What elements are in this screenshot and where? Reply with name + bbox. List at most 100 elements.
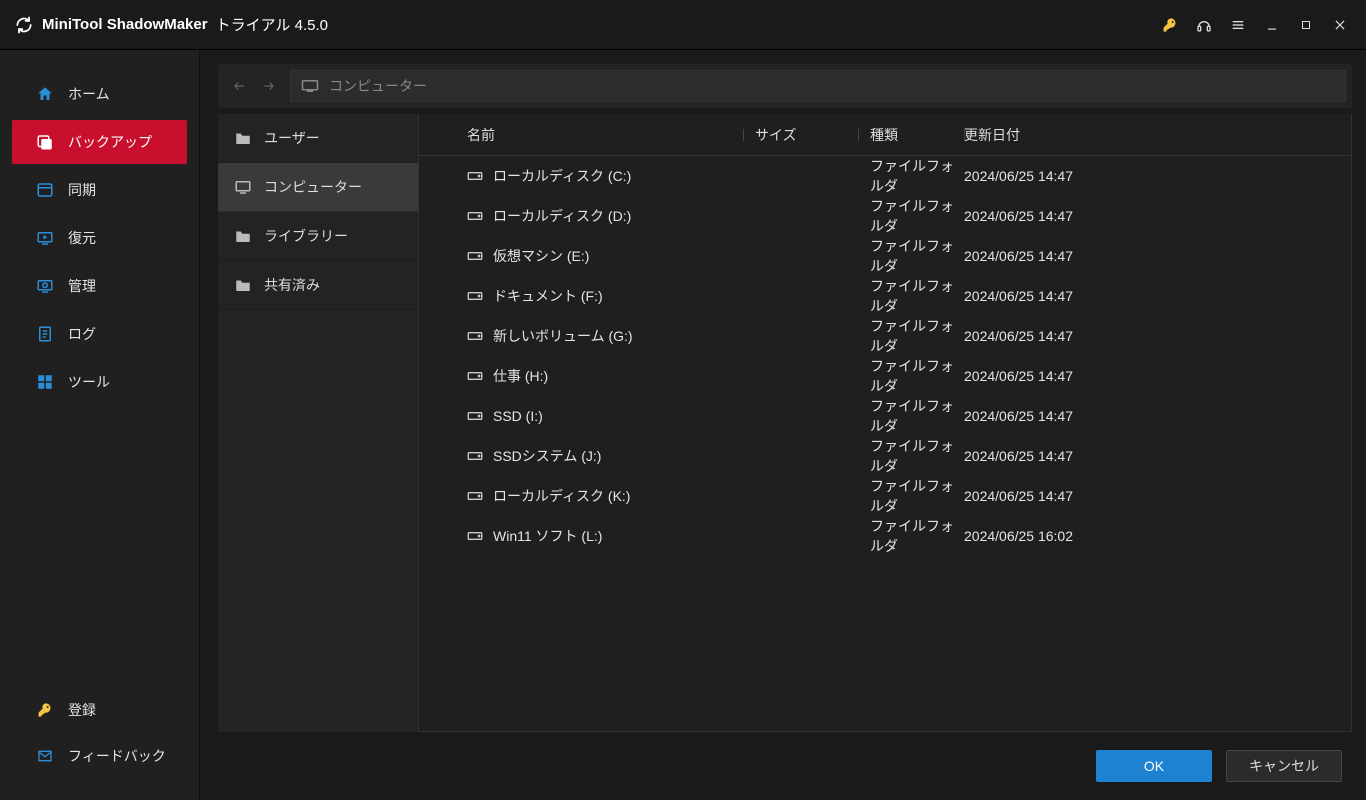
computer-icon (234, 179, 252, 195)
sidebar-item-home[interactable]: ホーム (12, 72, 187, 116)
help-button[interactable] (1188, 9, 1220, 41)
file-date: 2024/06/25 16:02 (964, 528, 1114, 544)
tree-item-2[interactable]: ライブラリー (218, 212, 418, 261)
file-date: 2024/06/25 14:47 (964, 248, 1114, 264)
key-icon (36, 701, 54, 719)
file-type: ファイルフォルダ (858, 236, 964, 276)
tree-item-3[interactable]: 共有済み (218, 261, 418, 310)
folder-icon (234, 277, 252, 293)
file-type: ファイルフォルダ (858, 156, 964, 196)
app-trial-version: トライアル 4.5.0 (216, 14, 328, 35)
backup-icon (36, 133, 54, 151)
file-name: Win11 ソフト (L:) (493, 526, 602, 546)
drive-icon (467, 170, 483, 182)
file-type: ファイルフォルダ (858, 436, 964, 476)
sidebar-item-tools[interactable]: ツール (12, 360, 187, 404)
file-row[interactable]: ローカルディスク (C:) ファイルフォルダ2024/06/25 14:47 (419, 156, 1351, 196)
drive-icon (467, 370, 483, 382)
sidebar-item-label: バックアップ (68, 132, 152, 152)
file-date: 2024/06/25 14:47 (964, 488, 1114, 504)
sidebar-item-restore[interactable]: 復元 (12, 216, 187, 260)
activate-key-button[interactable] (1154, 9, 1186, 41)
file-name: ドキュメント (F:) (493, 286, 603, 306)
titlebar-controls (1154, 9, 1356, 41)
file-row[interactable]: ローカルディスク (K:) ファイルフォルダ2024/06/25 14:47 (419, 476, 1351, 516)
dialog-footer: OK キャンセル (218, 732, 1352, 800)
close-button[interactable] (1324, 9, 1356, 41)
file-date: 2024/06/25 14:47 (964, 448, 1114, 464)
file-row[interactable]: 仕事 (H:)ファイルフォルダ2024/06/25 14:47 (419, 356, 1351, 396)
sidebar-item-label: ツール (68, 372, 110, 392)
tree-pane: ユーザーコンピューターライブラリー共有済み (218, 114, 418, 732)
file-row[interactable]: SSD (I:)ファイルフォルダ2024/06/25 14:47 (419, 396, 1351, 436)
file-name: SSDシステム (J:) (493, 446, 601, 466)
ok-button[interactable]: OK (1096, 750, 1212, 782)
file-type: ファイルフォルダ (858, 516, 964, 556)
nav-forward-button[interactable] (254, 71, 284, 101)
drive-icon (467, 450, 483, 462)
path-label: コンピューター (329, 76, 427, 96)
sidebar-bottom-mail[interactable]: フィードバック (12, 734, 187, 778)
file-date: 2024/06/25 14:47 (964, 408, 1114, 424)
file-row[interactable]: Win11 ソフト (L:) ファイルフォルダ2024/06/25 16:02 (419, 516, 1351, 556)
file-type: ファイルフォルダ (858, 316, 964, 356)
file-type: ファイルフォルダ (858, 276, 964, 316)
sidebar-item-label: フィードバック (68, 746, 166, 766)
sidebar-bottom-key[interactable]: 登録 (12, 688, 187, 732)
file-name: ローカルディスク (K:) (493, 486, 630, 506)
file-row[interactable]: 新しいボリューム (G:)ファイルフォルダ2024/06/25 14:47 (419, 316, 1351, 356)
file-type: ファイルフォルダ (858, 356, 964, 396)
file-date: 2024/06/25 14:47 (964, 288, 1114, 304)
folder-user-icon (234, 130, 252, 146)
main-area: ホームバックアップ同期復元管理ログツール 登録フィードバック コンピューター ユ… (0, 50, 1366, 800)
app-name: MiniTool ShadowMaker (42, 16, 208, 33)
file-date: 2024/06/25 14:47 (964, 168, 1114, 184)
file-row[interactable]: ローカルディスク (D:)ファイルフォルダ2024/06/25 14:47 (419, 196, 1351, 236)
header-name[interactable]: 名前 (463, 125, 743, 145)
drive-icon (467, 250, 483, 262)
drive-icon (467, 410, 483, 422)
header-date[interactable]: 更新日付 (964, 125, 1114, 145)
file-type: ファイルフォルダ (858, 396, 964, 436)
content: コンピューター ユーザーコンピューターライブラリー共有済み 名前 サイズ 種類 … (200, 50, 1366, 800)
file-type: ファイルフォルダ (858, 476, 964, 516)
nav-back-button[interactable] (224, 71, 254, 101)
titlebar: MiniTool ShadowMaker トライアル 4.5.0 (0, 0, 1366, 50)
drive-icon (467, 530, 483, 542)
tree-item-1[interactable]: コンピューター (218, 163, 418, 212)
file-name: ローカルディスク (C:) (493, 166, 631, 186)
file-date: 2024/06/25 14:47 (964, 328, 1114, 344)
sidebar-item-label: ホーム (68, 84, 110, 104)
cancel-button[interactable]: キャンセル (1226, 750, 1342, 782)
file-rows: ローカルディスク (C:)ファイルフォルダ2024/06/25 14:47ローカ… (419, 156, 1351, 731)
sidebar-item-manage[interactable]: 管理 (12, 264, 187, 308)
drive-icon (467, 210, 483, 222)
sidebar-item-sync[interactable]: 同期 (12, 168, 187, 212)
menu-button[interactable] (1222, 9, 1254, 41)
header-type[interactable]: 種類 (858, 125, 964, 145)
mail-icon (36, 747, 54, 765)
sidebar-item-label: 同期 (68, 180, 96, 200)
file-row[interactable]: SSDシステム (J:) ファイルフォルダ2024/06/25 14:47 (419, 436, 1351, 476)
tree-item-label: コンピューター (264, 177, 362, 197)
file-date: 2024/06/25 14:47 (964, 208, 1114, 224)
sidebar-item-label: 登録 (68, 700, 96, 720)
sidebar-item-log[interactable]: ログ (12, 312, 187, 356)
folder-icon (234, 228, 252, 244)
header-size[interactable]: サイズ (743, 125, 858, 145)
sidebar: ホームバックアップ同期復元管理ログツール 登録フィードバック (0, 50, 200, 800)
sidebar-item-label: 管理 (68, 276, 96, 296)
file-type: ファイルフォルダ (858, 196, 964, 236)
file-name: 仮想マシン (E:) (493, 246, 589, 266)
maximize-button[interactable] (1290, 9, 1322, 41)
sidebar-item-backup[interactable]: バックアップ (12, 120, 187, 164)
file-row[interactable]: 仮想マシン (E:) ファイルフォルダ2024/06/25 14:47 (419, 236, 1351, 276)
computer-icon (301, 79, 319, 93)
tree-item-label: ユーザー (264, 128, 320, 148)
tree-item-0[interactable]: ユーザー (218, 114, 418, 163)
log-icon (36, 325, 54, 343)
path-box[interactable]: コンピューター (290, 70, 1346, 102)
manage-icon (36, 277, 54, 295)
minimize-button[interactable] (1256, 9, 1288, 41)
file-row[interactable]: ドキュメント (F:) ファイルフォルダ2024/06/25 14:47 (419, 276, 1351, 316)
